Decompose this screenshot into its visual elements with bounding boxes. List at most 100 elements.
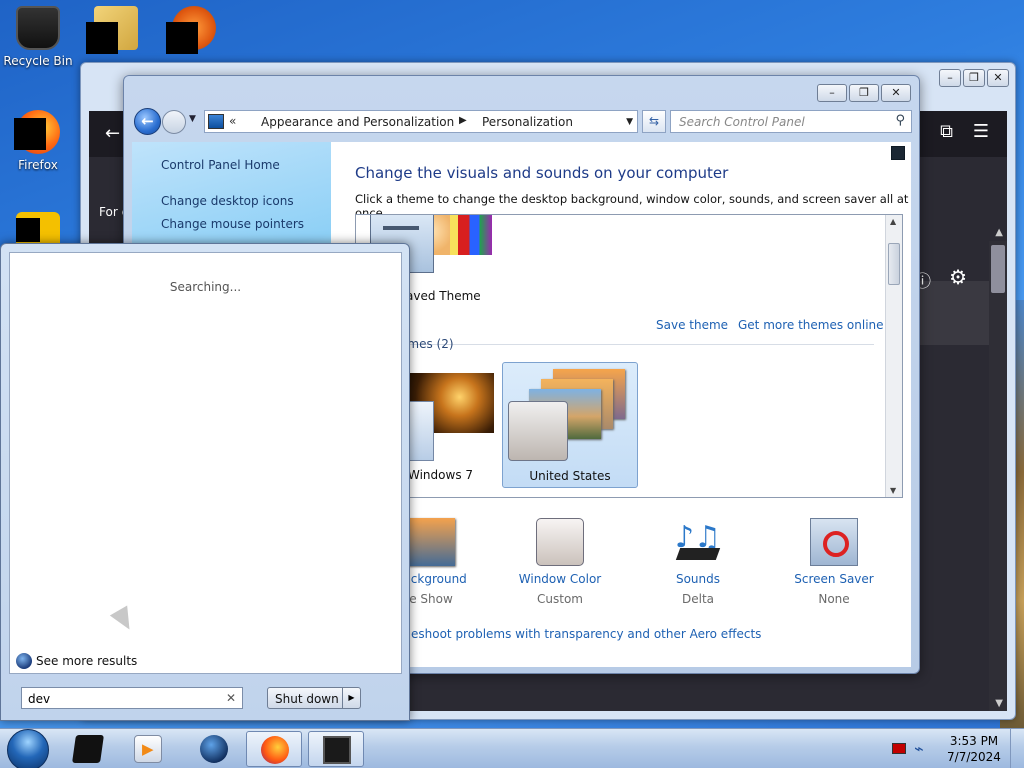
mouse-cursor-icon xyxy=(109,605,139,635)
redacted-box xyxy=(14,118,46,150)
shutdown-options-arrow-icon[interactable]: ▶ xyxy=(342,688,360,708)
option-window-color[interactable]: Window Color Custom xyxy=(500,518,620,606)
breadcrumb-separator-icon[interactable]: ▶ xyxy=(459,115,467,126)
app-icon xyxy=(166,6,216,54)
close-button[interactable]: ✕ xyxy=(987,69,1009,87)
taskbar-firefox[interactable] xyxy=(246,731,302,767)
clock-time: 3:53 PM xyxy=(949,734,999,748)
back-arrow-icon[interactable]: ← xyxy=(105,123,120,144)
browser-scrollbar[interactable] xyxy=(989,241,1007,711)
firefox-icon xyxy=(261,736,289,764)
action-center-flag-icon[interactable] xyxy=(892,743,906,754)
shutdown-button[interactable]: Shut down ▶ xyxy=(267,687,361,709)
close-button[interactable]: ✕ xyxy=(881,84,911,102)
recent-pages-arrow-icon[interactable]: ▼ xyxy=(189,114,196,124)
see-more-results-link[interactable]: See more results xyxy=(16,653,137,669)
window-controls: – ❐ ✕ xyxy=(817,84,911,102)
taskbar-app-1[interactable] xyxy=(60,731,116,767)
show-desktop-button[interactable] xyxy=(1010,729,1024,768)
app-icon xyxy=(72,735,104,763)
redacted-box xyxy=(166,22,198,54)
start-search-input[interactable]: dev ✕ xyxy=(21,687,243,709)
refresh-button[interactable]: ⇆ xyxy=(642,110,666,133)
desktop-icon-folder[interactable] xyxy=(78,6,154,54)
scroll-up-icon[interactable]: ▲ xyxy=(890,217,896,226)
scroll-up-icon[interactable]: ▲ xyxy=(995,227,1003,238)
thumbnail-window xyxy=(408,401,434,461)
theme-label-windows7: Windows 7 xyxy=(408,468,474,482)
scroll-thumb[interactable] xyxy=(991,245,1005,293)
theme-list[interactable]: aved Theme Save theme Get more themes on… xyxy=(355,214,903,498)
theme-thumbnail-windows7[interactable] xyxy=(408,373,494,461)
desktop-icon-recycle-bin[interactable]: Recycle Bin xyxy=(0,6,76,68)
option-value: Custom xyxy=(537,592,583,606)
maximize-button[interactable]: ❐ xyxy=(849,84,879,102)
desktop-icon-firefox[interactable]: Firefox xyxy=(0,110,76,172)
theme-label-saved: aved Theme xyxy=(406,289,481,303)
taskbar-app-globe[interactable] xyxy=(186,731,242,767)
breadcrumb-overflow[interactable]: « xyxy=(229,114,236,128)
search-icon[interactable]: ⚲ xyxy=(895,113,905,128)
see-more-label: See more results xyxy=(36,654,138,668)
menu-icon[interactable]: ☰ xyxy=(973,121,989,142)
network-icon[interactable]: ⌁ xyxy=(914,739,924,758)
media-player-icon xyxy=(134,735,162,763)
search-placeholder: Search Control Panel xyxy=(679,115,805,129)
recycle-bin-icon xyxy=(16,6,60,50)
thumbnail-window xyxy=(508,401,568,461)
scroll-down-icon[interactable]: ▼ xyxy=(890,486,896,495)
option-screen-saver[interactable]: Screen Saver None xyxy=(774,518,894,606)
start-menu: Searching... See more results dev ✕ Shut… xyxy=(0,243,410,721)
theme-list-scrollbar[interactable]: ▲ ▼ xyxy=(885,215,902,497)
search-input[interactable]: Search Control Panel ⚲ xyxy=(670,110,912,133)
thumbnail-bar xyxy=(383,226,419,230)
option-sounds[interactable]: ♪♫ Sounds Delta xyxy=(638,518,758,606)
sidebar-item-home[interactable]: Control Panel Home xyxy=(161,158,280,172)
window-controls: – ❐ ✕ xyxy=(939,69,1009,87)
desktop-icon-app[interactable] xyxy=(156,6,232,54)
clock-date: 7/7/2024 xyxy=(947,750,1001,764)
breadcrumb-personalization[interactable]: Personalization xyxy=(482,115,573,129)
start-button[interactable] xyxy=(7,729,49,768)
globe-icon xyxy=(16,653,32,669)
firefox-icon xyxy=(14,110,60,154)
minimize-button[interactable]: – xyxy=(939,69,961,87)
help-icon[interactable] xyxy=(891,146,905,160)
option-value: None xyxy=(818,592,850,606)
navigation-bar: ← ▼ « Appearance and Personalization ▶ P… xyxy=(132,108,912,136)
save-theme-link[interactable]: Save theme xyxy=(656,318,728,332)
gear-icon[interactable]: ⚙ xyxy=(949,265,967,289)
search-results-pane: Searching... See more results xyxy=(9,252,402,674)
troubleshoot-aero-link[interactable]: eshoot problems with transparency and ot… xyxy=(411,627,761,641)
option-value: Delta xyxy=(681,592,714,606)
clock[interactable]: 3:53 PM 7/7/2024 xyxy=(944,733,1004,765)
taskbar-remote-desktop[interactable] xyxy=(308,731,364,767)
window-color-icon xyxy=(536,518,584,566)
main-content: Change the visuals and sounds on your co… xyxy=(331,142,911,667)
page-title: Change the visuals and sounds on your co… xyxy=(355,164,729,182)
get-more-themes-link[interactable]: Get more themes online xyxy=(738,318,884,332)
option-name: Window Color xyxy=(518,572,602,586)
extensions-icon[interactable]: ⧉ xyxy=(940,121,953,142)
forward-button[interactable] xyxy=(162,110,186,134)
minimize-button[interactable]: – xyxy=(817,84,847,102)
sidebar-item-desktop-icons[interactable]: Change desktop icons xyxy=(161,194,294,208)
address-dropdown-icon[interactable]: ▼ xyxy=(626,117,633,127)
taskbar-media-player[interactable] xyxy=(120,731,176,767)
back-button[interactable]: ← xyxy=(134,108,161,135)
theme-tile-united-states[interactable]: United States xyxy=(502,362,638,488)
option-name: Screen Saver xyxy=(794,572,874,586)
scroll-thumb[interactable] xyxy=(888,243,900,285)
maximize-button[interactable]: ❐ xyxy=(963,69,985,87)
scroll-down-icon[interactable]: ▼ xyxy=(995,698,1003,709)
sidebar-item-mouse-pointers[interactable]: Change mouse pointers xyxy=(161,217,304,231)
clear-icon[interactable]: ✕ xyxy=(226,691,236,705)
redacted-box xyxy=(16,218,40,242)
shutdown-label: Shut down xyxy=(275,692,339,706)
desktop-background-icon xyxy=(407,518,455,566)
address-bar[interactable]: « Appearance and Personalization ▶ Perso… xyxy=(204,110,638,133)
no-symbol xyxy=(823,531,849,557)
breadcrumb-appearance[interactable]: Appearance and Personalization xyxy=(261,115,454,129)
keyboard-shape xyxy=(675,548,721,560)
folder-icon xyxy=(86,6,138,54)
